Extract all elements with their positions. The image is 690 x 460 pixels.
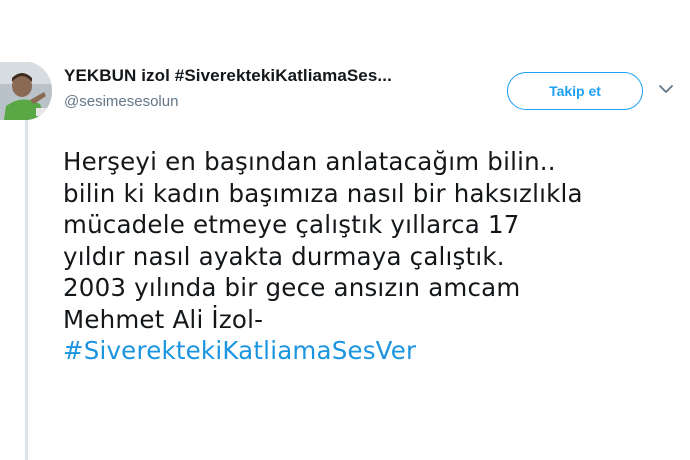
author-display-name[interactable]: YEKBUN izol #SiverektekiKatliamaSes... [64, 66, 392, 86]
author-handle[interactable]: @sesimesesolun [64, 93, 178, 110]
tweet-card: YEKBUN izol #SiverektekiKatliamaSes... @… [0, 0, 690, 460]
tweet-text-line: bilin ki kadın başımıza nasıl bir haksız… [63, 178, 583, 208]
tweet-text-line: mücadele etmeye çalıştık yıllarca 17 [63, 210, 520, 239]
tweet-text-line: Mehmet Ali İzol- [63, 304, 264, 334]
thread-connector-line [25, 118, 28, 460]
tweet-text-line: 2003 yılında bir gece ansızın amcam [63, 273, 521, 302]
avatar-photo-icon [0, 62, 52, 120]
follow-button[interactable]: Takip et [507, 72, 643, 110]
chevron-down-icon[interactable] [657, 82, 675, 96]
tweet-text: Herşeyi en başından anlatacağım bilin.. … [63, 146, 688, 367]
tweet-text-line: Herşeyi en başından anlatacağım bilin.. [63, 147, 556, 176]
hashtag-link[interactable]: #SiverektekiKatliamaSesVer [63, 335, 688, 367]
tweet-text-line: yıldır nasıl ayakta durmaya çalıştık. [63, 241, 505, 271]
avatar[interactable] [0, 62, 52, 120]
